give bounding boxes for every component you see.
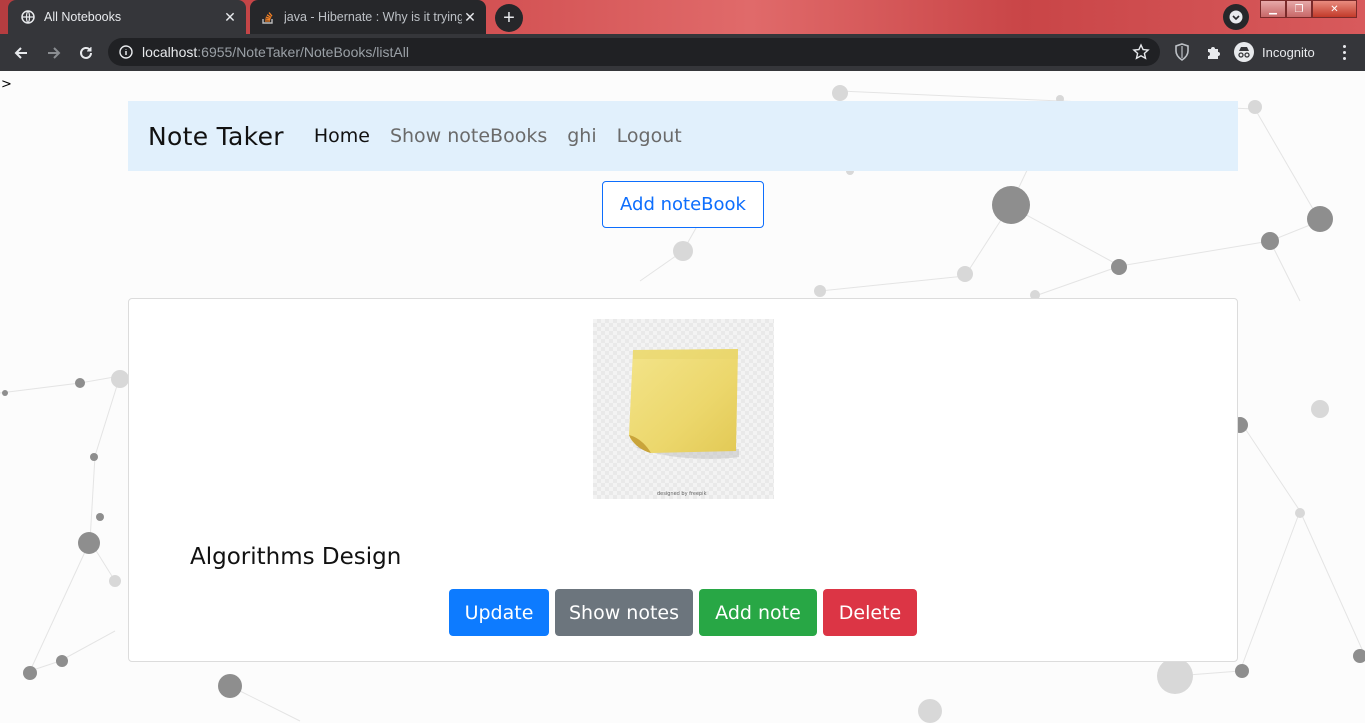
brand-logo[interactable]: Note Taker: [148, 122, 284, 151]
stackoverflow-icon: [260, 9, 276, 25]
puzzle-extensions-icon[interactable]: [1204, 42, 1224, 62]
window-controls: ▁ ❐ ✕: [1260, 0, 1357, 20]
forward-icon[interactable]: [42, 41, 66, 65]
add-note-button[interactable]: Add note: [699, 589, 817, 636]
add-notebook-button[interactable]: Add noteBook: [602, 181, 764, 228]
close-tab-icon[interactable]: ✕: [462, 9, 478, 25]
notebook-card: designed by freepik Algorithms Design Up…: [128, 298, 1238, 662]
page-viewport: > Note Taker Home Show noteBooks ghi Log…: [0, 71, 1365, 723]
browser-titlebar: All Notebooks ✕ java - Hibernate : Why i…: [0, 0, 1365, 34]
nav-link-home[interactable]: Home: [314, 125, 370, 147]
tab-search-button[interactable]: [1223, 4, 1249, 30]
notebook-title: Algorithms Design: [190, 544, 402, 570]
minimize-button[interactable]: ▁: [1260, 0, 1286, 18]
close-window-button[interactable]: ✕: [1312, 0, 1357, 18]
globe-icon: [20, 9, 36, 25]
delete-button[interactable]: Delete: [823, 589, 917, 636]
url-host: localhost: [142, 44, 198, 60]
stray-text: >: [1, 77, 12, 92]
shield-extension-icon[interactable]: [1172, 42, 1192, 62]
close-tab-icon[interactable]: ✕: [222, 9, 238, 25]
site-info-icon[interactable]: [118, 44, 134, 60]
image-credit: designed by freepik: [657, 491, 707, 497]
chevron-down-icon: [1229, 10, 1243, 24]
nav-link-ghi[interactable]: ghi: [567, 125, 596, 147]
profile-label: Incognito: [1262, 44, 1315, 60]
maximize-button[interactable]: ❐: [1286, 0, 1312, 18]
sticky-note-icon: designed by freepik: [629, 349, 739, 497]
reload-icon[interactable]: [74, 41, 98, 65]
update-button[interactable]: Update: [449, 589, 549, 636]
tab-title: java - Hibernate : Why is it trying: [284, 10, 462, 24]
back-icon[interactable]: [9, 41, 33, 65]
incognito-icon: [1234, 42, 1254, 62]
show-notes-button[interactable]: Show notes: [555, 589, 693, 636]
notebook-actions: Update Show notes Add note Delete: [449, 589, 917, 636]
browser-menu-icon[interactable]: [1336, 41, 1352, 63]
incognito-indicator[interactable]: Incognito: [1234, 41, 1315, 63]
tab-all-notebooks[interactable]: All Notebooks ✕: [8, 0, 246, 34]
tab-stackoverflow[interactable]: java - Hibernate : Why is it trying ✕: [250, 0, 486, 34]
nav-link-logout[interactable]: Logout: [617, 125, 682, 147]
bookmark-star-icon[interactable]: [1132, 43, 1150, 61]
notebook-image: designed by freepik: [593, 319, 774, 499]
main-navbar: Note Taker Home Show noteBooks ghi Logou…: [128, 101, 1238, 171]
address-bar[interactable]: localhost:6955/NoteTaker/NoteBooks/listA…: [108, 38, 1160, 66]
tab-title: All Notebooks: [44, 10, 122, 24]
url-path: :6955/NoteTaker/NoteBooks/listAll: [197, 44, 409, 60]
nav-link-show-notebooks[interactable]: Show noteBooks: [390, 125, 547, 147]
new-tab-button[interactable]: +: [495, 4, 523, 32]
